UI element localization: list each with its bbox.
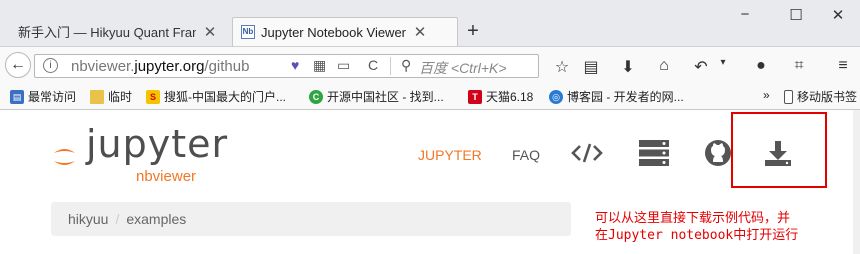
bookmark-item[interactable]: S 搜狐-中国最大的门户...: [146, 88, 286, 105]
close-tab-icon[interactable]: ✕: [202, 23, 218, 41]
page-content: jupyter nbviewer JUPYTER FAQ hikyuu / ex…: [0, 110, 860, 254]
qr-code-icon[interactable]: ▦: [313, 57, 326, 74]
library-icon[interactable]: ▤: [580, 57, 602, 77]
navigation-bar: ← i nbviewer.jupyter.org/github ♥ ▦ ▭ C …: [0, 46, 860, 82]
downloads-icon[interactable]: ⬇: [617, 57, 639, 77]
minimize-button[interactable]: −: [725, 6, 765, 23]
annotation-text: 可以从这里直接下载示例代码，并 在Jupyter notebook中打开运行: [595, 211, 799, 243]
bookmark-item[interactable]: T 天猫6.18: [468, 88, 533, 105]
code-icon[interactable]: [571, 142, 603, 164]
home-icon[interactable]: ⌂: [653, 57, 675, 75]
browser-window: 新手入门 — Hikyuu Quant Fram ✕ Nb Jupyter No…: [0, 0, 860, 254]
tmall-icon: T: [468, 89, 482, 104]
divider: [390, 57, 391, 75]
chevron-down-icon[interactable]: ▾: [712, 57, 734, 68]
breadcrumb-item[interactable]: hikyuu: [68, 211, 108, 227]
site-info-icon[interactable]: i: [43, 58, 58, 73]
tab-title: Jupyter Notebook Viewer: [261, 24, 407, 40]
bookmarks-bar: ▤ 最常访问 临时 S 搜狐-中国最大的门户... C 开源中国社区 - 找到.…: [0, 82, 860, 110]
close-tab-icon[interactable]: ✕: [412, 23, 428, 41]
close-window-button[interactable]: ✕: [818, 6, 858, 24]
github-icon[interactable]: [705, 140, 731, 166]
tab-hikyuu[interactable]: 新手入门 — Hikyuu Quant Fram ✕: [18, 17, 230, 46]
search-icon: ⚲: [401, 57, 412, 73]
reader-view-icon[interactable]: ▭: [337, 57, 350, 74]
oschina-icon: C: [309, 89, 323, 104]
new-tab-button[interactable]: +: [462, 20, 484, 43]
url-text[interactable]: nbviewer.jupyter.org/github: [71, 58, 249, 75]
server-icon[interactable]: [639, 140, 669, 166]
breadcrumb-item[interactable]: examples: [126, 211, 186, 227]
reload-icon[interactable]: C: [368, 57, 378, 73]
maximize-button[interactable]: ☐: [776, 6, 816, 24]
chat-icon[interactable]: ●: [750, 57, 772, 75]
tab-title: 新手入门 — Hikyuu Quant Fram: [18, 25, 196, 40]
breadcrumb-separator: /: [115, 211, 120, 227]
mobile-bookmarks[interactable]: 移动版书签: [784, 88, 857, 105]
pocket-shield-icon[interactable]: ♥: [291, 57, 299, 73]
mobile-icon: [784, 89, 793, 104]
bookmark-star-icon[interactable]: ☆: [551, 57, 573, 77]
sidebar-icon: ▤: [10, 89, 24, 104]
bookmark-item[interactable]: ◎ 博客园 - 开发者的网...: [549, 88, 684, 105]
highlight-box: [731, 112, 827, 188]
extension-icon[interactable]: ⌗: [788, 57, 810, 75]
bookmark-item[interactable]: ▤ 最常访问: [10, 88, 76, 105]
logo-text: jupyter: [86, 122, 229, 166]
tab-jupyter[interactable]: Nb Jupyter Notebook Viewer ✕: [232, 17, 458, 46]
search-input[interactable]: 百度 <Ctrl+K>: [419, 58, 507, 78]
scrollbar[interactable]: [853, 110, 860, 254]
bookmarks-overflow[interactable]: »: [763, 88, 770, 102]
bookmark-item[interactable]: 临时: [90, 88, 132, 105]
tab-strip: 新手入门 — Hikyuu Quant Fram ✕ Nb Jupyter No…: [0, 0, 860, 46]
nav-jupyter-link[interactable]: JUPYTER: [418, 147, 482, 163]
breadcrumb: hikyuu / examples: [51, 202, 571, 236]
nav-faq-link[interactable]: FAQ: [512, 147, 540, 163]
cnblogs-icon: ◎: [549, 89, 563, 104]
folder-icon: [90, 89, 104, 104]
bookmark-item[interactable]: C 开源中国社区 - 找到...: [309, 88, 444, 105]
history-back-icon[interactable]: ↶: [690, 57, 712, 77]
address-bar[interactable]: i nbviewer.jupyter.org/github ♥ ▦ ▭ C ⚲ …: [34, 54, 539, 78]
menu-icon[interactable]: ≡: [832, 57, 854, 75]
logo-subtitle: nbviewer: [136, 168, 197, 185]
sohu-icon: S: [146, 89, 160, 104]
jupyter-logo-icon: [54, 149, 75, 165]
nbviewer-favicon-icon: Nb: [241, 25, 255, 39]
back-button[interactable]: ←: [5, 52, 31, 78]
